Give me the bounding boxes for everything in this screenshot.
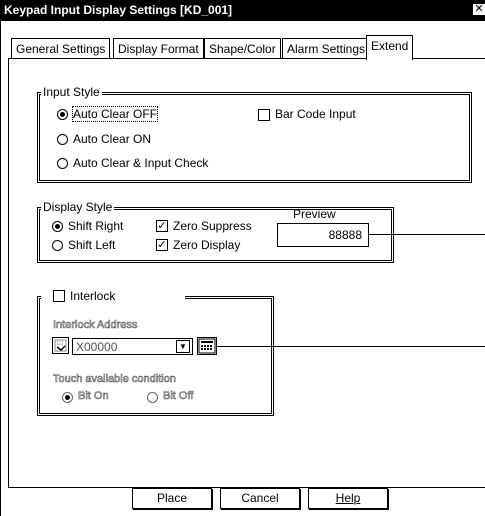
zero-suppress-checkbox[interactable]: ✓	[156, 220, 168, 232]
place-button[interactable]: Place	[132, 488, 212, 509]
chevron-down-icon[interactable]: ▼	[176, 340, 190, 353]
auto-clear-input-check-radio[interactable]	[57, 158, 68, 169]
zero-suppress-label[interactable]: Zero Suppress	[173, 219, 252, 233]
cancel-button[interactable]: Cancel	[220, 488, 300, 509]
display-style-legend: Display Style	[41, 200, 115, 214]
shift-left-label[interactable]: Shift Left	[68, 238, 115, 252]
tab-general-settings[interactable]: General Settings	[11, 38, 111, 58]
tab-extend[interactable]: Extend	[366, 35, 414, 60]
interlock-address-label: Interlock Address	[53, 319, 138, 332]
keypad-callout-line	[217, 346, 485, 347]
shift-right-label[interactable]: Shift Right	[68, 219, 123, 233]
window-title: Keypad Input Display Settings [KD_001]	[4, 3, 233, 17]
help-button[interactable]: Help	[308, 488, 388, 509]
preview-display: 88888	[277, 223, 369, 247]
interlock-address-value: X00000	[76, 340, 118, 354]
auto-clear-on-radio[interactable]	[57, 134, 68, 145]
input-style-legend: Input Style	[41, 85, 102, 99]
bit-off-radio[interactable]	[147, 392, 158, 403]
bar-code-input-checkbox[interactable]	[258, 109, 270, 121]
zero-display-checkbox[interactable]: ✓	[156, 239, 168, 251]
tab-alarm-settings[interactable]: Alarm Settings	[282, 38, 371, 58]
auto-clear-off-label[interactable]: Auto Clear OFF	[71, 106, 159, 122]
help-label: Help	[335, 491, 361, 505]
shift-right-radio[interactable]	[52, 221, 63, 232]
auto-clear-off-radio[interactable]	[57, 109, 68, 120]
svg-text:123: 123	[56, 341, 64, 346]
bit-on-radio[interactable]	[62, 392, 73, 403]
auto-clear-on-label[interactable]: Auto Clear ON	[73, 132, 151, 146]
interlock-label[interactable]: Interlock	[70, 289, 115, 303]
tab-shape-color[interactable]: Shape/Color	[204, 38, 281, 58]
interlock-address-combo[interactable]: X00000 ▼	[72, 338, 193, 355]
bit-on-label[interactable]: Bit On	[78, 390, 109, 403]
tab-display-format[interactable]: Display Format	[113, 38, 204, 58]
auto-clear-input-check-label[interactable]: Auto Clear & Input Check	[73, 156, 208, 170]
close-icon[interactable]: ✕	[472, 3, 485, 16]
preview-label: Preview	[293, 207, 336, 221]
touch-condition-label: Touch available condition	[53, 373, 177, 386]
bit-off-label[interactable]: Bit Off	[163, 390, 194, 403]
shift-left-radio[interactable]	[52, 240, 63, 251]
keypad-shortcut-icon: 123	[52, 337, 69, 354]
bar-code-input-label[interactable]: Bar Code Input	[275, 107, 356, 121]
keypad-icon[interactable]	[197, 337, 217, 355]
preview-callout-line	[369, 234, 485, 235]
zero-display-label[interactable]: Zero Display	[173, 238, 240, 252]
interlock-checkbox[interactable]	[53, 290, 65, 302]
title-bar: Keypad Input Display Settings [KD_001]	[0, 0, 485, 21]
